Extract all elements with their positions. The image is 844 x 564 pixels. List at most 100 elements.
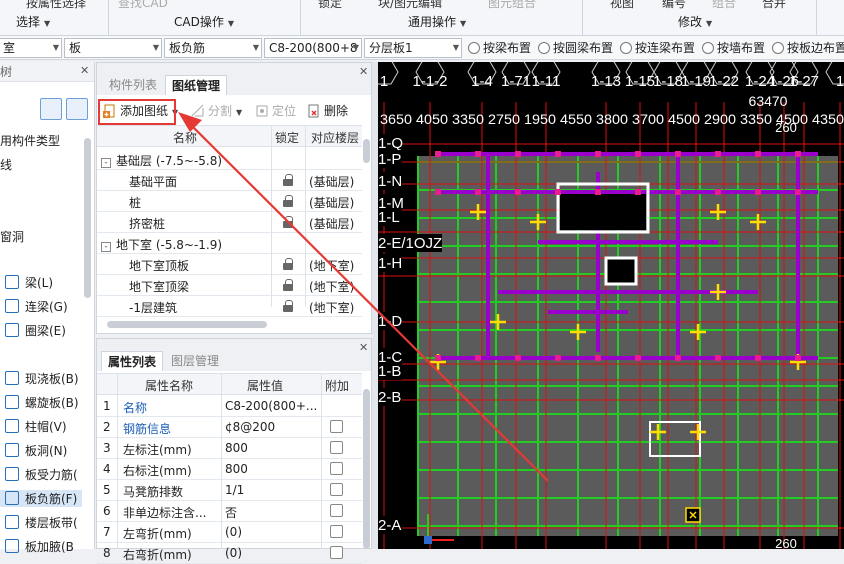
locate-button[interactable]: 定位 (255, 101, 296, 121)
tree-item[interactable]: 线 (0, 156, 12, 173)
attr-index: 4 (103, 462, 111, 476)
axis-label-left: 1-D (378, 313, 402, 330)
detail-view-icon[interactable] (66, 98, 88, 120)
attr-value[interactable]: ¢8@200 (225, 420, 319, 434)
radio-by-ring-beam[interactable]: 按圆梁布置 (538, 40, 613, 56)
attribute-row[interactable]: 3 左标注(mm) 800 (97, 438, 362, 459)
modify-group-label[interactable]: 修改 ▼ (678, 12, 712, 32)
tab-drawing-management[interactable]: 图纸管理 (165, 75, 228, 95)
drawing-row[interactable]: 基础平面 (基础层) (97, 170, 362, 191)
attr-name: 右标注(mm) (123, 464, 192, 478)
drawing-group-row[interactable]: - 基础层 (-7.5~-5.8) (97, 149, 362, 170)
tab-attribute-list[interactable]: 属性列表 (101, 351, 164, 371)
combine-button[interactable]: 图元组合 (488, 0, 536, 11)
tree-item[interactable]: 用构件类型 (0, 132, 60, 149)
attribute-row[interactable]: 4 右标注(mm) 800 (97, 459, 362, 480)
component-item[interactable]: 柱帽(V) (0, 418, 67, 435)
attr-value[interactable]: 800 (225, 441, 319, 455)
lock-button[interactable]: 锁定 (318, 0, 342, 11)
attr-value[interactable]: (0) (225, 546, 319, 560)
attr-checkbox[interactable] (330, 546, 343, 559)
attribute-row[interactable]: 8 右弯折(mm) (0) (97, 543, 362, 564)
delete-button[interactable]: 删除 (307, 101, 348, 121)
attr-value[interactable]: 1/1 (225, 483, 319, 497)
find-cad-button[interactable]: 查找CAD (118, 0, 168, 11)
cad-ops-group-label[interactable]: CAD操作 ▼ (174, 12, 234, 32)
attr-value[interactable]: (0) (225, 525, 319, 539)
lock-icon[interactable] (283, 174, 293, 186)
attribute-row[interactable]: 6 非单边标注含... 否 (97, 501, 362, 522)
axis-label-top: 1-15 (625, 73, 655, 90)
attr-value[interactable]: 800 (225, 462, 319, 476)
component-item[interactable]: 楼层板带( (0, 514, 78, 531)
close-icon[interactable]: ✕ (80, 64, 89, 77)
ribbon-divider (300, 0, 301, 36)
column-divider (221, 373, 222, 549)
select-group-label[interactable]: 选择 ▼ (16, 12, 50, 32)
drawing-row[interactable]: 地下室顶梁 (地下室) (97, 275, 362, 296)
drawing-row[interactable]: -1层建筑 (地下室) (97, 296, 362, 317)
attr-checkbox[interactable] (330, 504, 343, 517)
select-by-attr-button[interactable]: 按属性选择 (26, 0, 86, 11)
list-view-icon[interactable] (40, 98, 62, 120)
lock-icon[interactable] (283, 300, 293, 312)
split-button[interactable]: 分割 ▼ (191, 101, 242, 121)
drawing-row[interactable]: 桩 (基础层) (97, 191, 362, 212)
attr-checkbox[interactable] (330, 420, 343, 433)
attribute-row[interactable]: 1 名称 C8-200(800+... (97, 396, 362, 417)
attr-scrollbar[interactable] (363, 389, 370, 549)
cad-drawing[interactable]: 1 1-1-2 1-4 1-71 1-11 1-13 1-151-181-191-22 1-2… (378, 62, 844, 549)
attribute-row[interactable]: 7 左弯折(mm) (0) (97, 522, 362, 543)
tree-item[interactable]: 窗洞 (0, 228, 24, 245)
drawing-row[interactable]: 地下室顶板 (地下室) (97, 254, 362, 275)
attribute-row[interactable]: 5 马凳筋排数 1/1 (97, 480, 362, 501)
drawing-group-row[interactable]: - 地下室 (-5.8~-1.9) (97, 233, 362, 254)
attr-value[interactable]: 否 (225, 504, 319, 521)
common-ops-group-label[interactable]: 通用操作 ▼ (408, 12, 466, 32)
component-item[interactable]: 连梁(G) (0, 298, 68, 315)
collapse-icon[interactable]: - (101, 158, 111, 168)
tab-component-list[interactable]: 构件列表 (103, 75, 163, 95)
drawing-row[interactable]: 挤密桩 (基础层) (97, 212, 362, 233)
layer-combo[interactable]: 分层板1 ▼ (364, 38, 462, 58)
component-item[interactable]: 现浇板(B) (0, 370, 79, 387)
number-button[interactable]: 编号 (662, 0, 686, 11)
tab-layer-management[interactable]: 图层管理 (165, 351, 225, 371)
component-item[interactable]: 梁(L) (0, 274, 53, 291)
group-button[interactable]: 组合 (712, 0, 736, 11)
component-item[interactable]: 板加腋(B (0, 538, 74, 555)
cad-canvas[interactable]: 1 1-1-2 1-4 1-71 1-11 1-13 1-15 1-18 1-19 1-22 1-2… (378, 62, 844, 549)
block-edit-button[interactable]: 块/图元编辑 (378, 0, 442, 11)
component-item[interactable]: 板洞(N) (0, 442, 67, 459)
close-icon[interactable]: ✕ (359, 341, 368, 354)
drawing-hscrollbar[interactable] (107, 321, 267, 328)
category-combo[interactable]: 板 ▼ (64, 38, 162, 58)
component-type-combo[interactable]: 板负筋 ▼ (164, 38, 262, 58)
radio-by-slab-edge[interactable]: 按板边布置 (772, 40, 844, 56)
lock-icon[interactable] (283, 258, 293, 270)
attribute-row[interactable]: 2 钢筋信息 ¢8@200 (97, 417, 362, 438)
component-name-combo[interactable]: C8-200(800+8 ▼ (264, 38, 362, 58)
component-item[interactable]: 螺旋板(B) (0, 394, 79, 411)
radio-by-link-beam[interactable]: 按连梁布置 (620, 40, 695, 56)
radio-by-wall[interactable]: 按墙布置 (702, 40, 765, 56)
tree-scrollbar[interactable] (84, 138, 91, 298)
attr-value[interactable]: C8-200(800+... (225, 399, 319, 413)
drawing-scrollbar[interactable] (363, 139, 370, 163)
lock-icon[interactable] (283, 216, 293, 228)
component-item[interactable]: 板受力筋( (0, 466, 78, 483)
component-item[interactable]: 圈梁(E) (0, 322, 66, 339)
lock-icon[interactable] (283, 195, 293, 207)
attr-checkbox[interactable] (330, 441, 343, 454)
attr-checkbox[interactable] (330, 462, 343, 475)
attr-checkbox[interactable] (330, 483, 343, 496)
lock-icon[interactable] (283, 279, 293, 291)
merge-button[interactable]: 合并 (762, 0, 786, 11)
radio-by-beam[interactable]: 按梁布置 (468, 40, 531, 56)
view-button[interactable]: 视图 (610, 0, 634, 11)
component-item[interactable]: 板负筋(F) (0, 490, 82, 507)
floor-combo[interactable]: 室 ▼ (0, 38, 62, 58)
collapse-icon[interactable]: - (101, 242, 111, 252)
attr-checkbox[interactable] (330, 525, 343, 538)
close-icon[interactable]: ✕ (359, 65, 368, 78)
